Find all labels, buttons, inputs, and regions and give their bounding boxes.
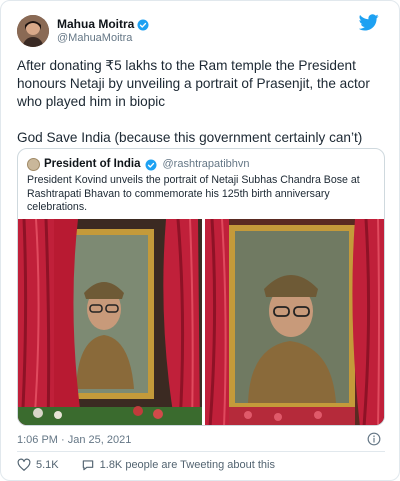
quoted-author-handle[interactable]: @rashtrapatibhvn (163, 158, 250, 170)
verified-badge-icon (145, 158, 157, 171)
tweet-actions: 5.1K 1.8K people are Tweeting about this (17, 457, 275, 473)
like-button[interactable]: 5.1K (17, 458, 59, 472)
tweet-text-paragraph-1: After donating ₹5 lakhs to the Ram templ… (17, 58, 370, 109)
divider (17, 451, 385, 452)
tweeting-about-link[interactable]: 1.8K people are Tweeting about this (81, 458, 275, 472)
author-name-row[interactable]: Mahua Moitra (57, 17, 149, 31)
author-name[interactable]: Mahua Moitra (57, 17, 134, 31)
heart-icon (17, 458, 31, 471)
author-handle[interactable]: @MahuaMoitra (57, 32, 132, 44)
like-count: 5.1K (36, 459, 59, 471)
quoted-author-avatar[interactable] (27, 157, 40, 171)
tweet-timestamp[interactable]: 1:06 PM · Jan 25, 2021 (17, 434, 131, 446)
tweet-card: Mahua Moitra @MahuaMoitra After donating… (0, 0, 400, 481)
verified-badge-icon (137, 18, 149, 31)
quoted-tweet-header: President of India @rashtrapatibhvn (27, 156, 250, 172)
quoted-tweet[interactable]: President of India @rashtrapatibhvn Pres… (17, 148, 385, 426)
portrait-photo[interactable] (18, 218, 384, 425)
quoted-author-name[interactable]: President of India (44, 158, 141, 170)
twitter-bird-icon[interactable] (358, 14, 379, 31)
tweet-text: After donating ₹5 lakhs to the Ram templ… (17, 57, 387, 147)
info-icon[interactable] (367, 432, 381, 446)
author-avatar[interactable] (17, 15, 49, 47)
tweet-text-paragraph-2: God Save India (because this government … (17, 130, 363, 145)
quoted-tweet-text: President Kovind unveils the portrait of… (27, 174, 360, 214)
comment-icon (82, 460, 93, 471)
tweeting-about-text: 1.8K people are Tweeting about this (99, 459, 275, 471)
